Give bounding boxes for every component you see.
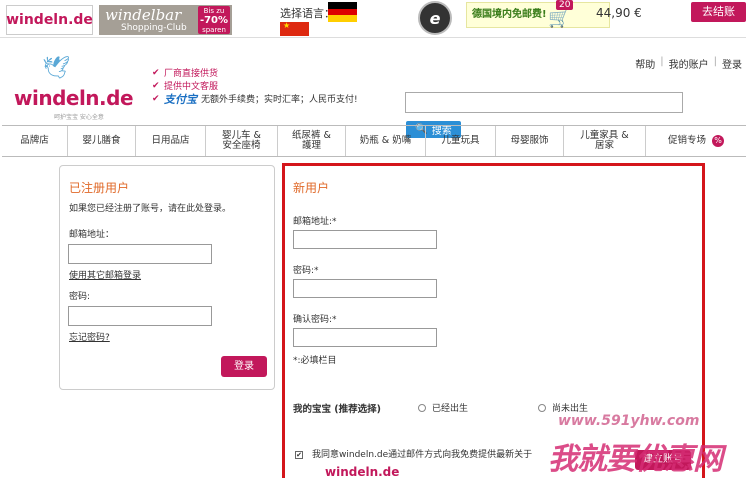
divider: |: [660, 56, 664, 67]
trusted-shops-seal-icon[interactable]: e: [418, 1, 452, 35]
login-button[interactable]: 登录: [221, 356, 267, 377]
checkmark-icon: ✔: [152, 93, 160, 104]
nav-item-furniture[interactable]: 儿童家具 & 居家: [564, 126, 646, 156]
help-link[interactable]: 帮助: [635, 56, 655, 71]
checkout-button[interactable]: 去结账: [691, 2, 746, 22]
radio-button[interactable]: [418, 403, 426, 412]
login-email-field[interactable]: [68, 244, 212, 264]
chinese-flag-icon[interactable]: ★: [280, 21, 309, 36]
login-email-label: 邮箱地址：: [69, 230, 115, 240]
cart-icon[interactable]: 🛒: [548, 8, 570, 29]
login-password-field[interactable]: [68, 306, 212, 326]
nav-item-bottles[interactable]: 奶瓶 & 奶嘴: [346, 126, 426, 156]
other-email-login-link[interactable]: 使用其它邮箱登录: [69, 268, 141, 281]
site-watermark: www.591yhw.com 我就要优惠网: [548, 410, 746, 478]
search-input[interactable]: [405, 92, 683, 113]
nav-item-baby-food[interactable]: 婴儿膳食: [68, 126, 136, 156]
benefits-list: ✔ 厂商直接供货 ✔ 提供中文客服 ✔ 支付宝 无额外手续费；实时汇率；人民币支…: [152, 66, 358, 106]
confirm-password-label: 确认密码:*: [293, 315, 337, 325]
login-title: 已注册用户: [69, 181, 130, 195]
checkmark-icon: ✔: [152, 80, 160, 91]
windeln-shop-tab[interactable]: windeln.de: [6, 5, 93, 35]
login-link[interactable]: 登录: [722, 56, 742, 71]
register-password-label: 密码:*: [293, 266, 319, 276]
baby-status-label: 我的宝宝 (推荐选择): [293, 404, 381, 415]
nav-item-daily-goods[interactable]: 日用品店: [136, 126, 206, 156]
register-email-field[interactable]: [293, 230, 437, 249]
free-shipping-text: 德国境内免邮费!: [472, 9, 547, 20]
newsletter-checkbox[interactable]: ✔: [295, 451, 303, 459]
radio-button[interactable]: [538, 403, 546, 412]
divider: |: [713, 56, 717, 67]
brand-logo[interactable]: 🕊 windeln.de 呵护宝宝 安心全意: [14, 56, 134, 122]
confirm-password-field[interactable]: [293, 328, 437, 347]
windelbar-discount-badge: Bis zu -70% sparen: [198, 6, 230, 34]
nav-item-clothing[interactable]: 母婴服饰: [496, 126, 564, 156]
windelbar-shop-tab[interactable]: windelbar Shopping-Club Bis zu -70% spar…: [99, 5, 232, 35]
account-links: 帮助 | 我的账户 | 登录: [635, 56, 742, 71]
newsletter-text: 我同意windeln.de通过邮件方式向我免费提供最新关于: [312, 450, 533, 460]
cart-count-badge: 20: [556, 0, 574, 10]
benefit-item-alipay: ✔ 支付宝 无额外手续费；实时汇率；人民币支付!: [152, 92, 358, 106]
my-account-link[interactable]: 我的账户: [669, 56, 709, 71]
baby-born-option[interactable]: 已经出生: [418, 401, 468, 414]
watermark-url: www.591yhw.com: [558, 413, 700, 429]
forgot-password-link[interactable]: 忘记密码?: [69, 330, 110, 343]
register-password-field[interactable]: [293, 279, 437, 298]
alipay-logo: 支付宝: [164, 92, 197, 106]
benefit-item: ✔ 厂商直接供货: [152, 67, 219, 80]
stork-icon: 🕊: [42, 56, 70, 81]
logo-wordmark: windeln.de: [14, 86, 134, 110]
watermark-text: 我就要优惠网: [548, 442, 723, 477]
windelbar-subtitle: Shopping-Club: [121, 23, 187, 33]
cart-total: 44,90 €: [596, 6, 642, 20]
register-email-label: 邮箱地址:*: [293, 217, 337, 227]
windelbar-name: windelbar: [105, 6, 182, 24]
sale-percent-icon: %: [712, 135, 724, 147]
login-hint: 如果您已经注册了账号，请在此处登录。: [69, 204, 232, 214]
language-label: 选择语言：: [280, 7, 335, 20]
nav-item-diapers[interactable]: 纸尿裤 & 護理: [278, 126, 346, 156]
newsletter-brand-logo: windeln.de: [325, 465, 400, 479]
windeln-tab-logo: windeln.de: [6, 12, 93, 28]
nav-item-toys[interactable]: 儿童玩具: [426, 126, 496, 156]
nav-item-strollers[interactable]: 婴儿车 & 安全座椅: [206, 126, 278, 156]
logo-tagline: 呵护宝宝 安心全意: [54, 114, 104, 121]
login-password-label: 密码:: [69, 292, 91, 302]
register-title: 新用户: [293, 181, 330, 195]
category-nav: 品牌店 婴儿膳食 日用品店 婴儿车 & 安全座椅 纸尿裤 & 護理 奶瓶 & 奶…: [2, 125, 746, 157]
top-bar: windeln.de windelbar Shopping-Club Bis z…: [0, 0, 746, 38]
german-flag-icon[interactable]: [328, 2, 357, 22]
nav-item-brands[interactable]: 品牌店: [2, 126, 68, 156]
nav-item-sale[interactable]: 促销专场 %: [646, 126, 746, 156]
required-note: *:必填栏目: [293, 356, 337, 366]
newsletter-consent[interactable]: ✔ 我同意windeln.de通过邮件方式向我免费提供最新关于: [295, 449, 565, 461]
checkmark-icon: ✔: [152, 67, 160, 78]
login-panel: 已注册用户 如果您已经注册了账号，请在此处登录。 邮箱地址： 使用其它邮箱登录 …: [59, 165, 275, 390]
